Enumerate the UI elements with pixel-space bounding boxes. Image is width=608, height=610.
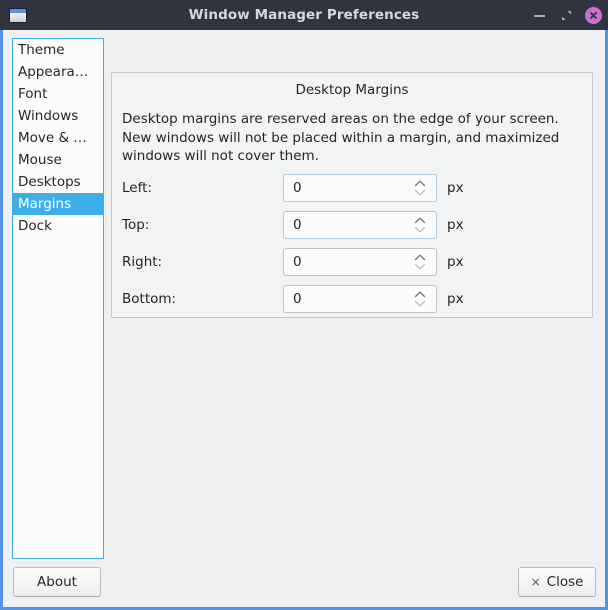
- desktop-margins-panel: Desktop Margins Desktop margins are rese…: [111, 72, 593, 318]
- sidebar-item-dock[interactable]: Dock: [13, 215, 103, 237]
- bottom-margin-value: 0: [284, 291, 302, 307]
- sidebar-item-appearance[interactable]: Appeara…: [13, 61, 103, 83]
- sidebar-item-margins[interactable]: Margins: [13, 193, 103, 215]
- sidebar-item-theme[interactable]: Theme: [13, 39, 103, 61]
- top-label: Top:: [122, 217, 283, 233]
- margin-row-right: Right: 0 px: [122, 243, 582, 280]
- panel-title: Desktop Margins: [112, 82, 592, 98]
- left-unit: px: [447, 180, 464, 196]
- sidebar-item-desktops[interactable]: Desktops: [13, 171, 103, 193]
- maximize-icon[interactable]: [558, 7, 575, 24]
- left-margin-spinbutton[interactable]: 0: [283, 174, 437, 202]
- right-unit: px: [447, 254, 464, 270]
- chevron-down-icon: [414, 300, 426, 307]
- close-button-label: Close: [547, 574, 584, 590]
- sidebar-item-font[interactable]: Font: [13, 83, 103, 105]
- sidebar-item-windows[interactable]: Windows: [13, 105, 103, 127]
- preferences-window: Window Manager Preferences Theme Appeara…: [0, 0, 608, 610]
- spinner-arrows-left[interactable]: [413, 175, 427, 201]
- margin-row-left: Left: 0 px: [122, 169, 582, 206]
- minimize-icon[interactable]: [531, 7, 548, 24]
- close-icon[interactable]: [585, 7, 602, 24]
- spinner-arrows-top[interactable]: [413, 212, 427, 238]
- top-margin-value: 0: [284, 217, 302, 233]
- category-list[interactable]: Theme Appeara… Font Windows Move & … Mou…: [12, 38, 104, 559]
- bottom-label: Bottom:: [122, 291, 283, 307]
- about-button-label: About: [37, 574, 77, 590]
- spinner-arrows-right[interactable]: [413, 249, 427, 275]
- chevron-down-icon: [414, 263, 426, 270]
- window-title: Window Manager Preferences: [0, 7, 608, 23]
- title-bar[interactable]: Window Manager Preferences: [0, 0, 608, 30]
- client-area: Theme Appeara… Font Windows Move & … Mou…: [3, 30, 605, 607]
- left-label: Left:: [122, 180, 283, 196]
- spinner-arrows-bottom[interactable]: [413, 286, 427, 312]
- chevron-up-icon: [414, 217, 426, 224]
- close-button[interactable]: × Close: [518, 567, 596, 597]
- top-unit: px: [447, 217, 464, 233]
- right-label: Right:: [122, 254, 283, 270]
- window-icon: [9, 8, 27, 23]
- margin-fields: Left: 0 px Top: 0: [122, 169, 582, 317]
- sidebar-item-move[interactable]: Move & …: [13, 127, 103, 149]
- bottom-unit: px: [447, 291, 464, 307]
- right-margin-value: 0: [284, 254, 302, 270]
- chevron-down-icon: [414, 189, 426, 196]
- sidebar-item-mouse[interactable]: Mouse: [13, 149, 103, 171]
- panel-description: Desktop margins are reserved areas on th…: [122, 110, 574, 166]
- top-margin-spinbutton[interactable]: 0: [283, 211, 437, 239]
- right-margin-spinbutton[interactable]: 0: [283, 248, 437, 276]
- about-button[interactable]: About: [13, 567, 101, 597]
- chevron-up-icon: [414, 291, 426, 298]
- margin-row-top: Top: 0 px: [122, 206, 582, 243]
- close-x-icon: ×: [531, 576, 541, 588]
- window-controls: [531, 0, 602, 30]
- chevron-up-icon: [414, 254, 426, 261]
- chevron-down-icon: [414, 226, 426, 233]
- chevron-up-icon: [414, 180, 426, 187]
- left-margin-value: 0: [284, 180, 302, 196]
- bottom-margin-spinbutton[interactable]: 0: [283, 285, 437, 313]
- margin-row-bottom: Bottom: 0 px: [122, 280, 582, 317]
